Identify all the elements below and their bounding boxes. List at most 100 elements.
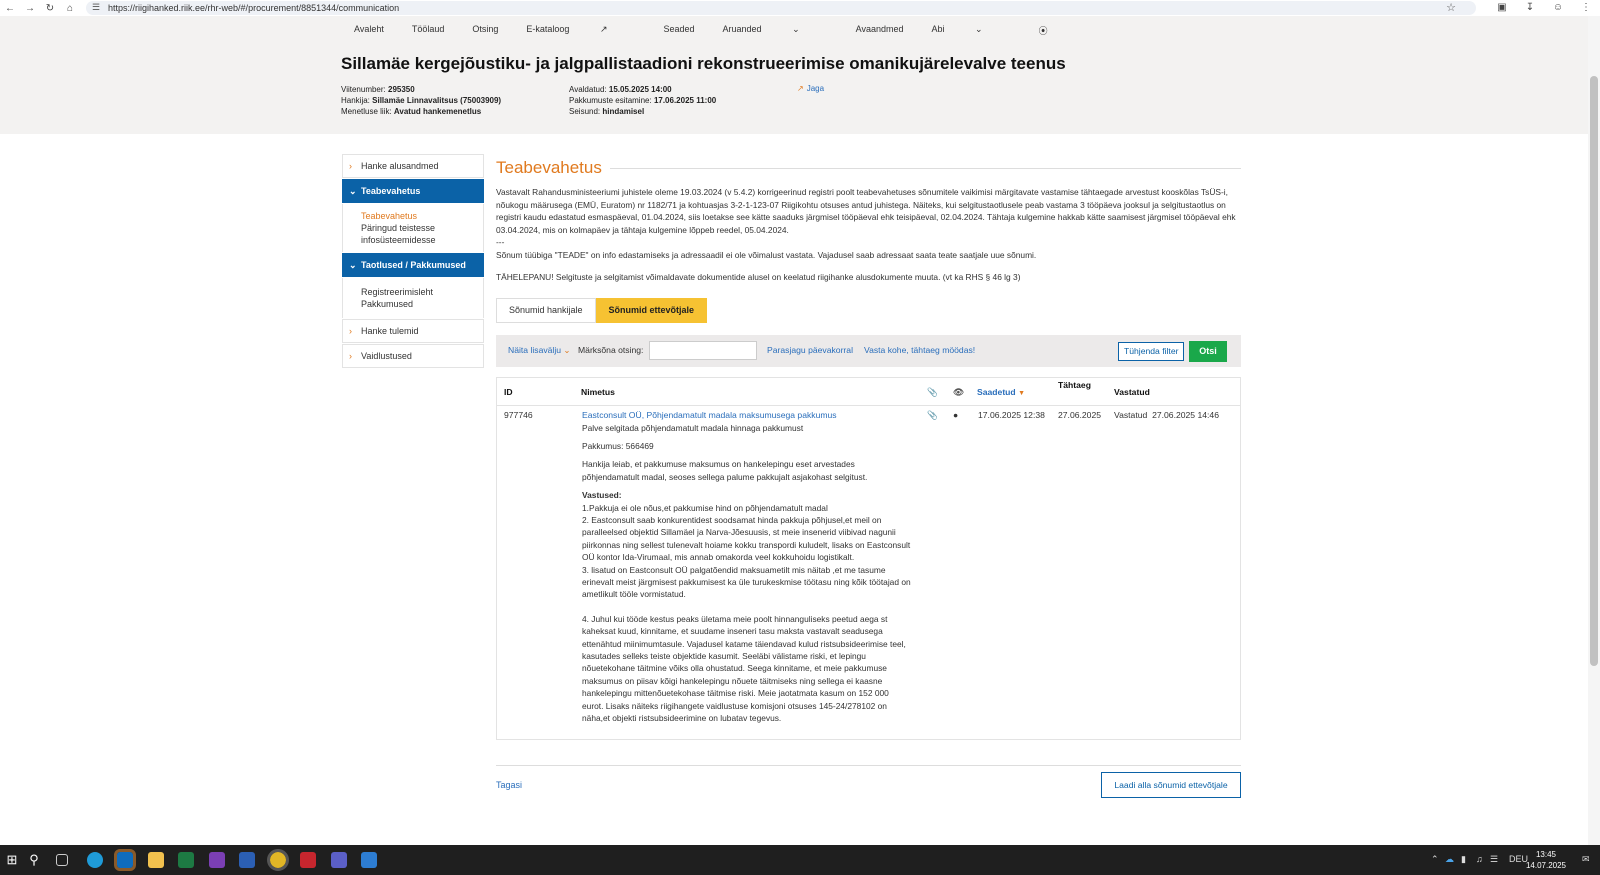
intro-separator: --- bbox=[496, 237, 505, 247]
message-tabs: Sõnumid hankijale Sõnumid ettevõtjale bbox=[496, 297, 1241, 323]
network-icon[interactable]: ☰ bbox=[1490, 854, 1498, 865]
bookmark-star-icon[interactable]: ☆ bbox=[1446, 1, 1456, 14]
sidebar: › Hanke alusandmed ⌄ Teabevahetus Teabevah… bbox=[342, 154, 484, 369]
nav-reports[interactable]: Aruanded ⌄ bbox=[723, 24, 828, 37]
search-button[interactable]: Otsi bbox=[1189, 340, 1227, 362]
clear-filter-button[interactable]: Tühjenda filter bbox=[1118, 341, 1185, 361]
windows-start-icon[interactable]: ⊞ bbox=[4, 852, 20, 868]
sidebar-subitem-queries-line2[interactable]: infosüsteemidesse bbox=[361, 234, 483, 246]
chevron-down-icon: ⌄ bbox=[349, 185, 357, 196]
person-icon: ● bbox=[953, 409, 959, 420]
tab-messages-to-buyer[interactable]: Sõnumid hankijale bbox=[496, 297, 596, 323]
search-icon[interactable]: ⚲ bbox=[26, 852, 42, 868]
download-icon[interactable]: ↧ bbox=[1516, 0, 1544, 16]
attachment-icon: 📎 bbox=[927, 386, 938, 397]
share-link[interactable]: ↗ Jaga bbox=[797, 84, 824, 93]
sidebar-item-challenges[interactable]: › Vaidlustused bbox=[342, 344, 484, 368]
tab-messages-to-bidders[interactable]: Sõnumid ettevõtjale bbox=[595, 297, 708, 323]
nav-help[interactable]: Abi ⌄ bbox=[932, 24, 1011, 37]
sidebar-subitem-queries-line1[interactable]: Päringud teistesse bbox=[361, 222, 483, 234]
published-label: Avaldatud: bbox=[569, 85, 607, 94]
filter-bar: Näita lisavälju ⌄ Märksõna otsing: Paras… bbox=[496, 334, 1241, 367]
row-deadline: 27.06.2025 bbox=[1058, 409, 1102, 420]
download-messages-button[interactable]: Laadi alla sõnumid ettevõtjale bbox=[1101, 772, 1241, 798]
profile-icon[interactable]: ☺ bbox=[1544, 0, 1572, 16]
sidebar-subitem-communication[interactable]: Teabevahetus bbox=[361, 210, 483, 222]
url-text: https://riigihanked.riik.ee/rhr-web/#/pr… bbox=[108, 3, 400, 13]
nav-reports-label: Aruanded bbox=[722, 24, 762, 34]
site-settings-icon[interactable]: ☰ bbox=[92, 2, 100, 13]
ref-label: Viitenumber: bbox=[341, 85, 386, 94]
back-arrow-icon[interactable]: ← bbox=[0, 0, 20, 16]
show-more-fields-link[interactable]: Näita lisavälju ⌄ bbox=[508, 345, 571, 356]
system-clock[interactable]: 13:45 14.07.2025 bbox=[1526, 849, 1566, 871]
windows-taskbar: ⊞ ⚲ ⌃ ☁ ▮ ♫ ☰ DEU 13:45 14.07.2025 ✉ bbox=[0, 845, 1600, 875]
browser-toolbar: ← → ↻ ⌂ ☰ https://riigihanked.riik.ee/rh… bbox=[0, 0, 1600, 16]
extensions-icon[interactable]: ▣ bbox=[1488, 0, 1516, 16]
outlook-icon[interactable] bbox=[114, 849, 136, 871]
nav-dashboard[interactable]: Töölaud bbox=[412, 24, 445, 37]
status-value: hindamisel bbox=[602, 107, 645, 116]
tray-expand-icon[interactable]: ⌃ bbox=[1431, 854, 1439, 865]
notifications-icon[interactable]: ✉ bbox=[1582, 854, 1590, 865]
sidebar-subitem-registration[interactable]: Registreerimisleht bbox=[361, 286, 483, 298]
sidebar-item-applications[interactable]: ⌄ Taotlused / Pakkumused bbox=[342, 253, 484, 277]
sort-desc-icon: ▼ bbox=[1018, 389, 1026, 397]
attachment-icon[interactable]: 📎 bbox=[927, 410, 938, 421]
keyword-search-input[interactable] bbox=[649, 340, 757, 360]
eye-icon: 👁 bbox=[953, 386, 964, 397]
home-icon[interactable]: ⌂ bbox=[60, 0, 80, 16]
site-header: Avaleht Töölaud Otsing E-kataloog ↗ Sead… bbox=[0, 16, 1588, 134]
teams-icon[interactable] bbox=[331, 852, 347, 868]
sidebar-subitems-communication: Teabevahetus Päringud teistesse infosüst… bbox=[342, 204, 484, 252]
onenote-icon[interactable] bbox=[209, 852, 225, 868]
page-scrollbar[interactable] bbox=[1588, 16, 1600, 845]
battery-icon[interactable]: ▮ bbox=[1461, 854, 1466, 865]
sidebar-subitem-offers[interactable]: Pakkumused bbox=[361, 298, 483, 310]
browser-menu-icon[interactable]: ⋮ bbox=[1572, 0, 1600, 16]
back-link[interactable]: Tagasi bbox=[496, 780, 522, 790]
address-bar[interactable]: ☰ https://riigihanked.riik.ee/rhr-web/#/… bbox=[86, 1, 1476, 15]
nav-search[interactable]: Otsing bbox=[472, 24, 498, 37]
message-body: Palve selgitada põhjendamatult madala hi… bbox=[582, 422, 912, 725]
edge-icon[interactable] bbox=[87, 852, 103, 868]
section-heading-text: Teabevahetus bbox=[496, 158, 602, 177]
share-icon: ↗ bbox=[797, 84, 804, 93]
message-subtitle: Palve selgitada põhjendamatult madala hi… bbox=[582, 422, 804, 433]
file-explorer-icon[interactable] bbox=[148, 852, 164, 868]
message-title-link[interactable]: Eastconsult OÜ, Põhjendamatult madala ma… bbox=[582, 410, 837, 420]
pdf-reader-icon[interactable] bbox=[300, 852, 316, 868]
scrollbar-thumb[interactable] bbox=[1590, 76, 1598, 666]
procurement-meta-right: Avaldatud: 15.05.2025 14:00 Pakkumuste e… bbox=[569, 84, 716, 117]
onedrive-icon[interactable]: ☁ bbox=[1445, 854, 1454, 865]
nav-settings[interactable]: Seaded bbox=[664, 24, 695, 37]
sidebar-item-base-data[interactable]: › Hanke alusandmed bbox=[342, 154, 484, 178]
clock-time: 13:45 bbox=[1535, 850, 1556, 859]
sidebar-item-communication[interactable]: ⌄ Teabevahetus bbox=[342, 179, 484, 203]
word-icon[interactable] bbox=[239, 852, 255, 868]
nav-help-label: Abi bbox=[931, 24, 945, 34]
forward-arrow-icon[interactable]: → bbox=[20, 0, 40, 16]
chrome-icon[interactable] bbox=[267, 849, 289, 871]
snipping-tool-icon[interactable] bbox=[361, 852, 377, 868]
buyer-label: Hankija: bbox=[341, 96, 370, 105]
reload-icon[interactable]: ↻ bbox=[40, 0, 60, 16]
overdue-link[interactable]: Vasta kohe, tähtaeg möödas! bbox=[864, 345, 975, 355]
task-view-icon[interactable] bbox=[56, 854, 68, 866]
chevron-down-icon: ⌄ bbox=[792, 24, 800, 34]
answer-2: 2. Eastconsult saab konkurentidest soods… bbox=[582, 514, 911, 563]
rss-icon[interactable]: ⦿ bbox=[1039, 24, 1048, 37]
nav-ecatalog[interactable]: E-kataloog ↗ bbox=[526, 24, 635, 37]
sidebar-item-results[interactable]: › Hanke tulemid bbox=[342, 319, 484, 343]
current-agenda-link[interactable]: Parasjagu päevakorral bbox=[767, 345, 853, 355]
col-header-sent[interactable]: Saadetud ▼ bbox=[977, 387, 1025, 397]
volume-icon[interactable]: ♫ bbox=[1476, 854, 1483, 864]
intro-paragraph-1: Vastavalt Rahandusministeeriumi juhistel… bbox=[496, 187, 1236, 235]
procurement-meta-left: Viitenumber: 295350 Hankija: Sillamäe Li… bbox=[341, 84, 501, 117]
excel-icon[interactable] bbox=[178, 852, 194, 868]
chevron-down-icon: ⌄ bbox=[349, 259, 357, 270]
nav-open-data[interactable]: Avaandmed bbox=[856, 24, 904, 37]
intro-paragraph-2: Sõnum tüübiga "TEADE" on info edastamise… bbox=[496, 249, 1037, 260]
nav-home[interactable]: Avaleht bbox=[354, 24, 384, 37]
keyword-label: Märksõna otsing: bbox=[578, 344, 644, 355]
